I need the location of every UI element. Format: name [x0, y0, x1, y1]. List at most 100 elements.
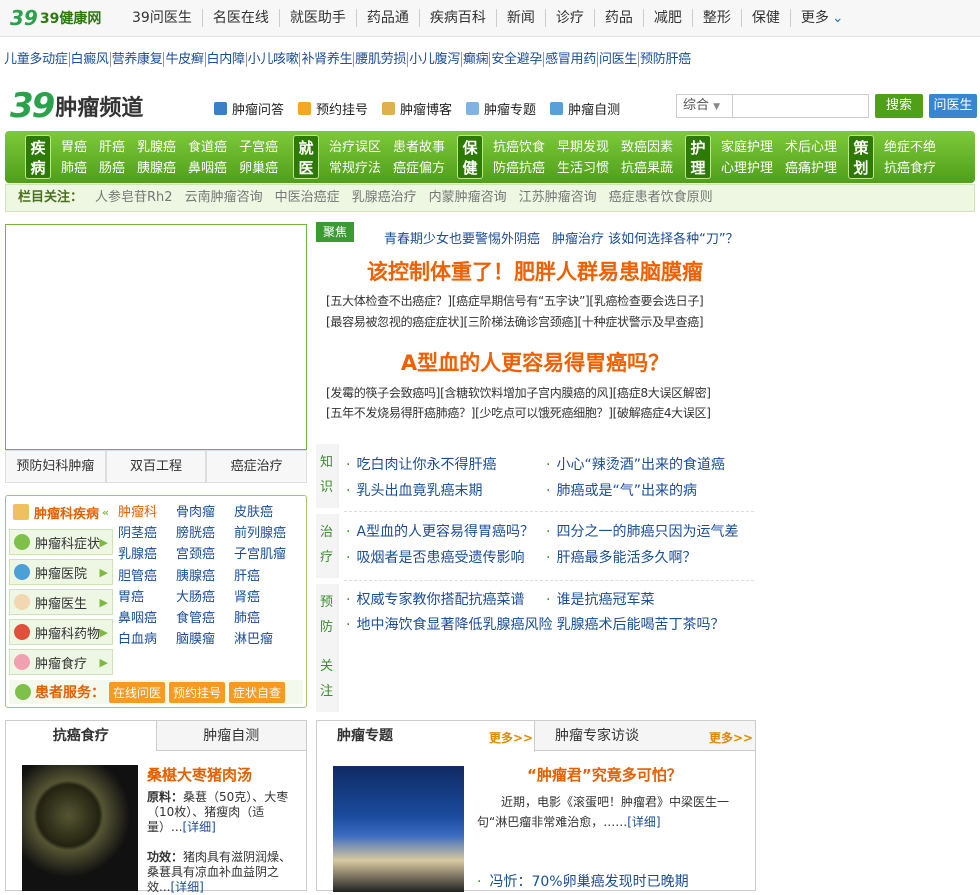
nav-link[interactable]: 癌症偏方	[393, 158, 445, 179]
top-nav-item[interactable]: 新闻	[497, 9, 546, 27]
disease-link[interactable]: 胰腺癌	[176, 566, 234, 587]
news-link[interactable]: 肿瘤治疗 该如何选择各种“刀”？	[552, 232, 739, 247]
tool-booking[interactable]: 预约挂号	[298, 99, 368, 118]
news-link[interactable]: [乳癌检查要会选日子]	[589, 294, 703, 308]
nav-link[interactable]: 家庭护理	[721, 137, 773, 158]
top-nav-item[interactable]: 疾病百科	[420, 9, 497, 27]
news-link[interactable]: 四分之一的肺癌只因为运气差	[546, 521, 738, 541]
ad-slideshow[interactable]	[5, 224, 307, 450]
dept-side-item[interactable]: 肿瘤医生 ▶	[9, 589, 113, 615]
disease-link[interactable]: 鼻咽癌	[118, 608, 176, 629]
nav-link[interactable]: 乳腺癌	[137, 137, 176, 158]
nav-link[interactable]: 胃癌	[61, 137, 87, 158]
disease-link[interactable]: 肝癌	[234, 566, 292, 587]
quick-link[interactable]: 牛皮癣	[165, 52, 206, 67]
quick-link[interactable]: 感冒用药	[545, 52, 598, 67]
service-button[interactable]: 症状自查	[229, 681, 286, 703]
nav-link[interactable]: 早期发现	[557, 137, 609, 158]
news-link[interactable]: 乳腺癌术后能喝苦丁茶吗？	[546, 614, 724, 634]
news-link[interactable]: [三阶梯法确诊宫颈癌]	[463, 315, 577, 329]
quick-link[interactable]: 癫痫	[462, 52, 491, 67]
disease-link[interactable]: 乳腺癌	[118, 544, 176, 565]
channel-logo[interactable]: 39 肿瘤频道	[10, 86, 143, 126]
top-nav-more[interactable]: 更多 ⌄	[791, 9, 854, 27]
top-nav-item[interactable]: 药品通	[357, 9, 420, 27]
nav-link[interactable]: 治疗误区	[329, 137, 381, 158]
news-link[interactable]: 小心“辣烫酒”出来的食道癌	[546, 454, 725, 474]
focus-link[interactable]: 云南肿瘤咨询	[185, 190, 263, 205]
search-button[interactable]: 搜索	[875, 94, 923, 118]
detail-link[interactable]: [详细]	[170, 880, 203, 894]
top-nav-item[interactable]: 诊疗	[546, 9, 595, 27]
nav-link[interactable]: 子宫癌	[239, 137, 278, 158]
top-nav-item[interactable]: 就医助手	[280, 9, 357, 27]
dept-side-item[interactable]: 肿瘤食疗 ▶	[9, 649, 113, 675]
quick-link[interactable]: 补肾养生	[301, 52, 355, 67]
quick-link[interactable]: 营养康复	[111, 52, 165, 67]
nav-link[interactable]: 防癌抗癌	[493, 158, 545, 179]
dept-side-item[interactable]: 肿瘤医院 ▶	[9, 559, 113, 585]
disease-link[interactable]: 大肠癌	[176, 587, 234, 608]
news-link[interactable]: 冯忻：70%卵巢癌发现时已晚期	[477, 871, 688, 891]
tool-selftest[interactable]: 肿瘤自测	[550, 99, 620, 118]
top-nav-item[interactable]: 减肥	[644, 9, 693, 27]
service-button[interactable]: 在线问医	[109, 681, 166, 703]
tab-diet[interactable]: 抗癌食疗	[6, 721, 157, 751]
disease-link[interactable]: 皮肤癌	[234, 502, 292, 523]
news-link[interactable]: 地中海饮食显著降低乳腺癌风险	[346, 614, 552, 634]
disease-link[interactable]: 胆管癌	[118, 566, 176, 587]
news-link[interactable]: 肝癌最多能活多久啊？	[546, 547, 696, 567]
focus-link[interactable]: 人参皂苷Rh2	[95, 190, 173, 205]
quick-link[interactable]: 白癜风	[70, 52, 111, 67]
disease-link[interactable]: 前列腺癌	[234, 523, 292, 544]
top-nav-item[interactable]: 整形	[693, 9, 742, 27]
tab-selftest[interactable]: 肿瘤自测	[156, 721, 306, 751]
news-link[interactable]: [癌症8大误区解密]	[613, 386, 711, 400]
quick-link[interactable]: 白内障	[206, 52, 247, 67]
quick-link[interactable]: 儿童多动症	[4, 52, 70, 67]
tool-topic[interactable]: 肿瘤专题	[466, 99, 536, 118]
more-link[interactable]: 更多>>	[709, 729, 753, 746]
detail-link[interactable]: [详细]	[182, 820, 215, 834]
quick-link[interactable]: 预防肝癌	[640, 52, 692, 67]
nav-link[interactable]: 肺癌	[61, 158, 87, 179]
disease-link[interactable]: 宫颈癌	[176, 544, 234, 565]
nav-link[interactable]: 癌痛护理	[785, 158, 837, 179]
nav-link[interactable]: 心理护理	[721, 158, 773, 179]
quick-link[interactable]: 小儿咳嗽	[247, 52, 301, 67]
disease-link[interactable]: 阴茎癌	[118, 523, 176, 544]
news-link[interactable]: [破解癌症4大误区]	[613, 406, 711, 420]
disease-link[interactable]: 骨肉瘤	[176, 502, 234, 523]
ad-tab[interactable]: 预防妇科肿瘤	[5, 450, 106, 483]
nav-link[interactable]: 抗癌饮食	[493, 137, 545, 158]
dept-header[interactable]: 肿瘤科疾病 «	[9, 499, 113, 525]
dept-side-item[interactable]: 肿瘤科症状 ▶	[9, 529, 113, 555]
search-type-select[interactable]: 综合 ▼	[676, 94, 732, 118]
disease-link[interactable]: 胃癌	[118, 587, 176, 608]
disease-link[interactable]: 子宫肌瘤	[234, 544, 292, 565]
news-link[interactable]: 肺癌或是“气”出来的病	[546, 480, 697, 500]
nav-link[interactable]: 绝症不绝	[884, 137, 936, 158]
focus-link[interactable]: 乳腺癌治疗	[352, 190, 417, 205]
disease-link[interactable]: 脑膜瘤	[176, 629, 234, 650]
nav-link[interactable]: 常规疗法	[329, 158, 381, 179]
news-link[interactable]: [最容易被忽视的癌症症状]	[326, 315, 464, 329]
disease-link[interactable]: 淋巴瘤	[234, 629, 292, 650]
tab-expert-interview[interactable]: 肿瘤专家访谈	[555, 721, 639, 751]
focus-link[interactable]: 江苏肿瘤咨询	[519, 190, 597, 205]
top-nav-item[interactable]: 保健	[742, 9, 791, 27]
nav-link[interactable]: 术后心理	[785, 137, 837, 158]
topic-title[interactable]: “肿瘤君”究竟多可怕？	[527, 764, 682, 785]
nav-link[interactable]: 胰腺癌	[137, 158, 176, 179]
quick-link[interactable]: 小儿腹泻	[409, 52, 462, 67]
news-link[interactable]: A型血的人更容易得胃癌吗？	[346, 521, 534, 541]
top-nav-item[interactable]: 药品	[595, 9, 644, 27]
search-input[interactable]	[732, 94, 869, 118]
topic-image[interactable]	[333, 766, 464, 892]
quick-link[interactable]: 问医生	[598, 52, 640, 67]
news-link[interactable]: 吃白肉让你永不得肝癌	[346, 454, 496, 474]
service-button[interactable]: 预约挂号	[169, 681, 226, 703]
disease-link[interactable]: 食管癌	[176, 608, 234, 629]
more-link[interactable]: 更多>>	[489, 729, 533, 746]
tool-qa[interactable]: 肿瘤问答	[214, 99, 284, 118]
